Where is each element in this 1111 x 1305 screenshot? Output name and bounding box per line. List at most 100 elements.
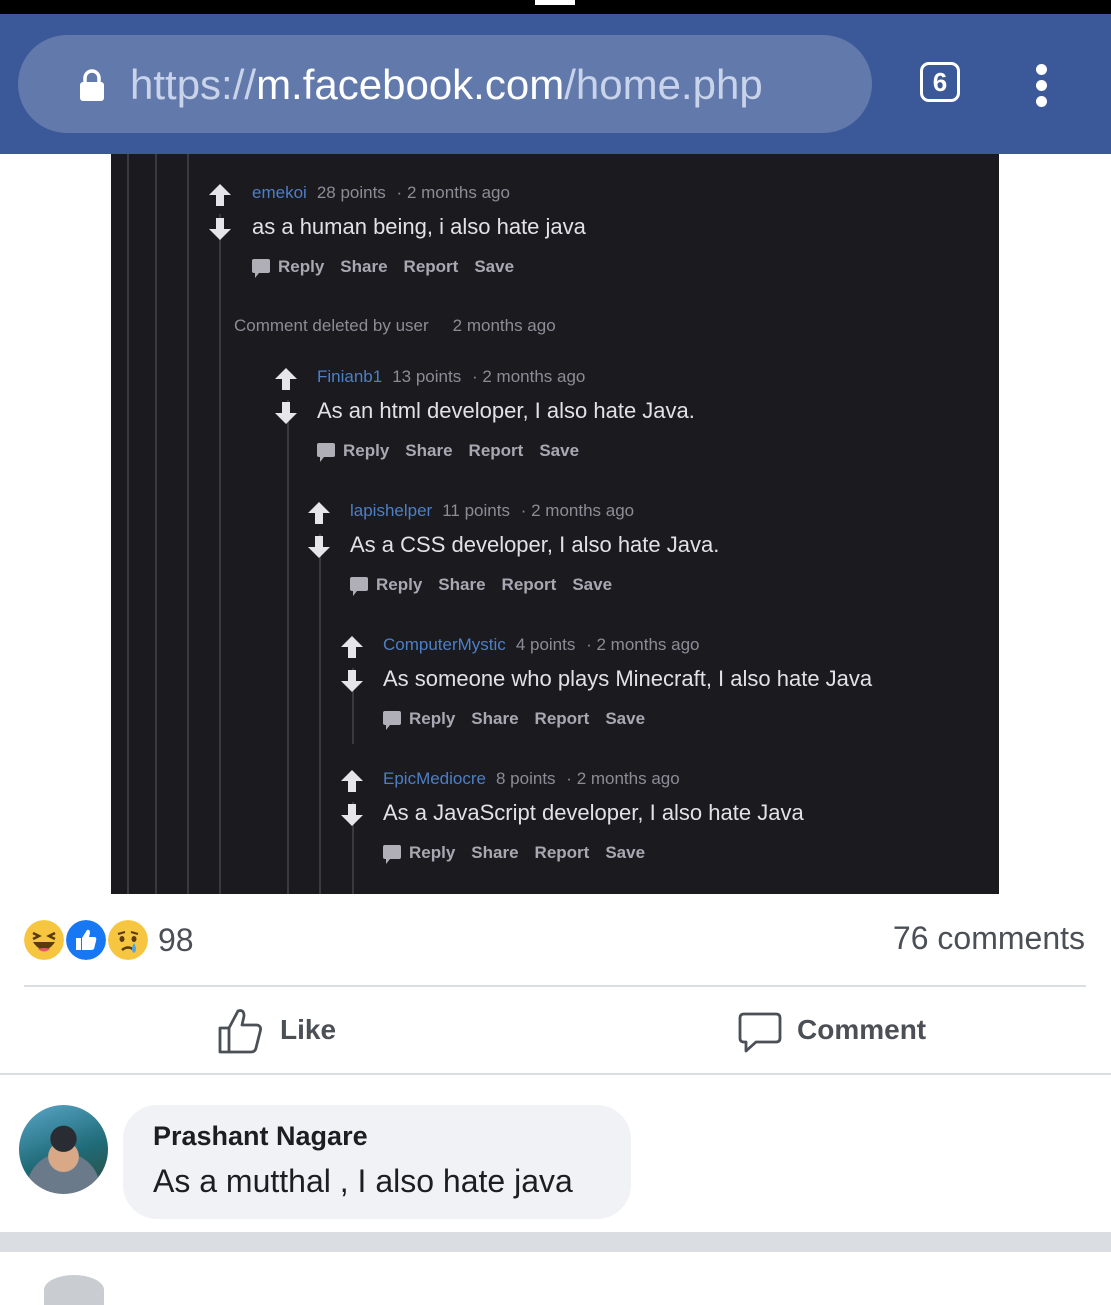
like-label: Like xyxy=(280,1014,337,1045)
meta-separator: · xyxy=(586,635,592,654)
comment-author[interactable]: Prashant Nagare xyxy=(153,1121,368,1152)
comment-age: 2 months ago xyxy=(531,501,635,520)
comment-text: As someone who plays Minecraft, I also h… xyxy=(383,666,873,691)
url-scheme: https:// xyxy=(130,61,257,108)
thread-line xyxy=(287,400,289,894)
share-link[interactable]: Share xyxy=(405,441,452,460)
comment-bubble[interactable]: Prashant Nagare As a mutthal , I also ha… xyxy=(123,1105,631,1219)
thread-line xyxy=(127,154,129,894)
comment-points: 28 points xyxy=(316,183,386,202)
report-link[interactable]: Report xyxy=(535,709,590,728)
upvote-icon[interactable] xyxy=(306,500,332,526)
downvote-icon[interactable] xyxy=(339,802,365,828)
reply-icon xyxy=(317,443,335,462)
comment-points: 8 points xyxy=(496,769,556,788)
comment-actions: Reply Share Report Save xyxy=(383,709,661,730)
meta-separator: · xyxy=(520,501,527,520)
browser-toolbar: https://m.facebook.com/home.php 6 xyxy=(0,14,1111,154)
downvote-icon[interactable] xyxy=(339,668,365,694)
upvote-icon[interactable] xyxy=(339,634,365,660)
comment-text: As an html developer, I also hate Java. xyxy=(317,398,695,423)
comment-text: As a CSS developer, I also hate Java. xyxy=(350,532,720,557)
comment-text: As a JavaScript developer, I also hate J… xyxy=(383,800,804,825)
save-link[interactable]: Save xyxy=(474,257,514,276)
comment-age: 2 months ago xyxy=(576,769,680,788)
comment-meta: lapishelper 11 points · 2 months ago xyxy=(350,501,634,521)
comment-points: 13 points xyxy=(392,367,462,386)
haha-reaction-icon xyxy=(22,918,66,962)
deleted-age: 2 months ago xyxy=(452,316,556,335)
downvote-icon[interactable] xyxy=(273,400,299,426)
comment-age: 2 months ago xyxy=(406,183,510,202)
share-link[interactable]: Share xyxy=(471,843,518,862)
comment-meta: Finianb1 13 points · 2 months ago xyxy=(317,367,585,387)
share-link[interactable]: Share xyxy=(471,709,518,728)
url-host: m.facebook.com xyxy=(256,61,565,108)
share-link[interactable]: Share xyxy=(340,257,387,276)
reply-link[interactable]: Reply xyxy=(409,843,455,862)
thread-line xyxy=(187,154,189,894)
url-text: https://m.facebook.com/home.php xyxy=(130,55,763,115)
overflow-menu-icon[interactable] xyxy=(1032,64,1050,108)
reply-icon xyxy=(383,845,401,864)
reply-icon xyxy=(350,577,368,596)
comment-points: 11 points xyxy=(442,501,510,520)
thread-line xyxy=(319,534,321,894)
comment-icon xyxy=(738,1012,782,1053)
comment-username[interactable]: Finianb1 xyxy=(317,367,382,386)
reply-link[interactable]: Reply xyxy=(409,709,455,728)
save-link[interactable]: Save xyxy=(605,709,645,728)
share-link[interactable]: Share xyxy=(438,575,485,594)
comment-count[interactable]: 76 comments xyxy=(893,916,1085,960)
url-path: /home.php xyxy=(564,61,763,108)
report-link[interactable]: Report xyxy=(535,843,590,862)
upvote-icon[interactable] xyxy=(273,366,299,392)
report-link[interactable]: Report xyxy=(404,257,459,276)
reply-icon xyxy=(252,259,270,278)
comment-text: as a human being, i also hate java xyxy=(252,214,586,239)
meta-separator: · xyxy=(566,769,572,788)
comment-username[interactable]: lapishelper xyxy=(350,501,432,520)
address-bar[interactable]: https://m.facebook.com/home.php xyxy=(18,35,872,133)
deleted-comment: Comment deleted by user 2 months ago xyxy=(234,316,556,336)
sad-reaction-icon xyxy=(106,918,150,962)
save-link[interactable]: Save xyxy=(605,843,645,862)
comment-meta: emekoi 28 points · 2 months ago xyxy=(252,183,510,203)
thumbs-up-icon xyxy=(218,1009,262,1054)
reply-link[interactable]: Reply xyxy=(278,257,324,276)
status-indicator xyxy=(535,0,575,5)
downvote-icon[interactable] xyxy=(306,534,332,560)
meta-separator: · xyxy=(396,183,403,202)
downvote-icon[interactable] xyxy=(207,216,233,242)
reaction-count[interactable]: 98 xyxy=(158,918,194,962)
comment-label: Comment xyxy=(797,1014,927,1045)
upvote-icon[interactable] xyxy=(339,768,365,794)
upvote-icon[interactable] xyxy=(207,182,233,208)
save-link[interactable]: Save xyxy=(539,441,579,460)
report-link[interactable]: Report xyxy=(469,441,524,460)
reply-link[interactable]: Reply xyxy=(343,441,389,460)
meta-separator: · xyxy=(471,367,478,386)
like-reaction-icon xyxy=(64,918,108,962)
reply-link[interactable]: Reply xyxy=(376,575,422,594)
tabs-button[interactable]: 6 xyxy=(920,62,960,102)
comment-username[interactable]: emekoi xyxy=(252,183,307,202)
comment-points: 4 points xyxy=(515,635,576,654)
divider xyxy=(24,985,1086,987)
comment-actions: Reply Share Report Save xyxy=(383,843,661,864)
comment-username[interactable]: ComputerMystic xyxy=(383,635,506,654)
comment-body: As a mutthal , I also hate java xyxy=(153,1163,573,1199)
comment-age: 2 months ago xyxy=(482,367,586,386)
comment-meta: EpicMediocre 8 points · 2 months ago xyxy=(383,769,680,789)
report-link[interactable]: Report xyxy=(502,575,557,594)
comment-actions: Reply Share Report Save xyxy=(252,257,530,278)
comment-username[interactable]: EpicMediocre xyxy=(383,769,486,788)
comment-actions: Reply Share Report Save xyxy=(317,441,595,462)
lock-icon xyxy=(80,69,104,101)
comment-age: 2 months ago xyxy=(596,635,700,654)
save-link[interactable]: Save xyxy=(572,575,612,594)
avatar[interactable] xyxy=(19,1105,108,1194)
thread-line xyxy=(155,154,157,894)
post-image[interactable]: emekoi 28 points · 2 months ago as a huma… xyxy=(111,154,999,894)
thread-line xyxy=(219,214,221,894)
